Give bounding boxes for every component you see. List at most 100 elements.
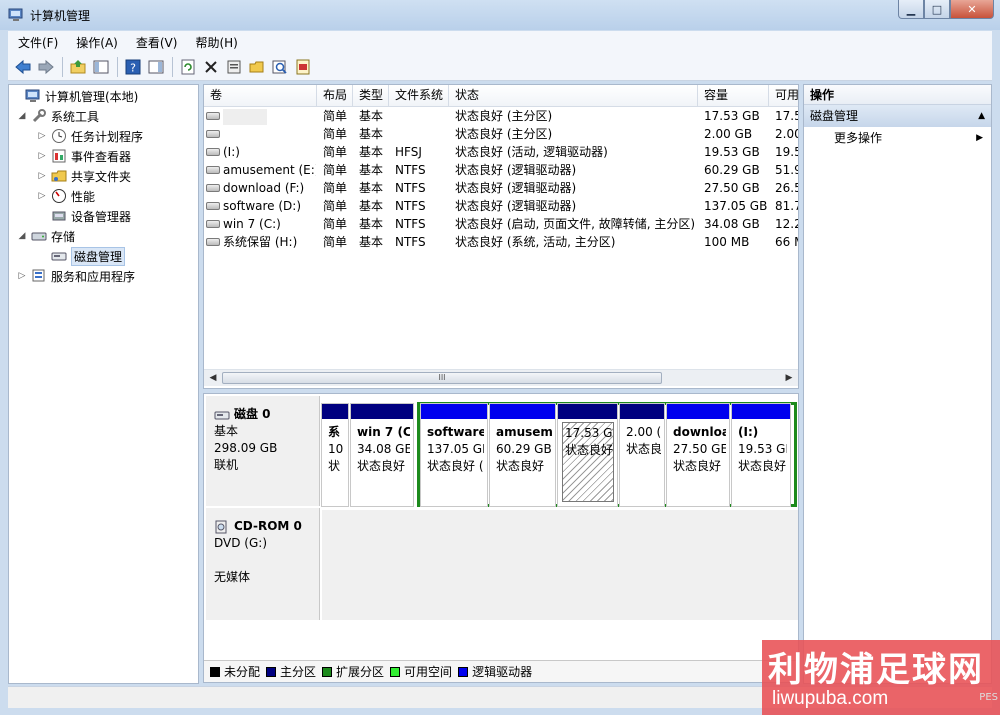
tree-item-shared-folders[interactable]: ▷ 共享文件夹	[37, 166, 131, 186]
volume-type: 基本	[359, 163, 384, 177]
disk-0-label[interactable]: 磁盘 0 基本 298.09 GB 联机	[206, 396, 320, 506]
partition-size: 27.50 GE	[673, 442, 726, 456]
volume-row[interactable]: 系统保留 (H:) 简单 基本 NTFS 状态良好 (系统, 活动, 主分区) …	[204, 233, 798, 251]
tree-expander[interactable]: ▷	[37, 131, 47, 141]
up-button[interactable]	[67, 56, 89, 78]
partition-system-reserved[interactable]: 系 10 状	[321, 403, 349, 507]
legend-item: 逻辑驱动器	[456, 663, 532, 680]
tree-item-disk-management[interactable]: 磁盘管理	[37, 246, 126, 266]
watermark-tag: PES	[979, 692, 998, 703]
rescan-button[interactable]	[269, 56, 291, 78]
close-button[interactable]: ✕	[950, 0, 994, 19]
tree-expander[interactable]: ▷	[37, 151, 47, 161]
partition-bar	[620, 404, 664, 419]
volume-row[interactable]: software (D:) 简单 基本 NTFS 状态良好 (逻辑驱动器) 13…	[204, 197, 798, 215]
tree-item-label: 计算机管理(本地)	[45, 89, 139, 104]
volume-free: 19.5	[775, 145, 798, 159]
tree-item-task-scheduler[interactable]: ▷ 任务计划程序	[37, 126, 143, 146]
toolbar-separator	[172, 56, 173, 77]
partition-f[interactable]: downloa 27.50 GE 状态良好	[666, 403, 730, 507]
cdrom-0-label[interactable]: CD-ROM 0 DVD (G:) 无媒体	[206, 508, 320, 620]
partition-size: 2.00 (	[626, 425, 661, 439]
column-header-layout[interactable]: 布局	[317, 85, 353, 107]
menu-action[interactable]: 操作(A)	[66, 34, 126, 51]
legend-item: 未分配	[208, 663, 260, 680]
more-actions-item[interactable]: 更多操作 ▶	[804, 127, 991, 149]
partition-e[interactable]: amusem 60.29 GB 状态良好	[489, 403, 556, 507]
tree-expander[interactable]: ◢	[17, 231, 27, 241]
open-button[interactable]	[246, 56, 268, 78]
partition-status: 状态良好	[565, 443, 614, 457]
tree-expander[interactable]: ▷	[37, 191, 47, 201]
partition-unlabeled-primary[interactable]: 2.00 (状态良	[619, 403, 665, 507]
show-hide-action-pane-button[interactable]	[145, 56, 167, 78]
partition-d[interactable]: software 137.05 GI 状态良好 (	[420, 403, 488, 507]
column-header-status[interactable]: 状态	[449, 85, 698, 107]
column-header-free[interactable]: 可用	[769, 85, 798, 107]
back-arrow-icon	[15, 59, 31, 74]
tree-item-computer-management[interactable]: 计算机管理(本地)	[11, 86, 138, 106]
minimize-button[interactable]: ▁	[898, 0, 924, 19]
volume-icon	[206, 165, 220, 174]
tree-expander[interactable]: ▷	[17, 271, 27, 281]
maximize-icon: □	[931, 2, 943, 16]
partition-c[interactable]: win 7 (C 34.08 GE 状态良好	[350, 403, 414, 507]
collapse-up-icon[interactable]: ▲	[978, 105, 985, 127]
tree-item-performance[interactable]: ▷ 性能	[37, 186, 95, 206]
column-header-volume[interactable]: 卷	[204, 85, 317, 107]
export-icon	[296, 59, 310, 74]
volume-status: 状态良好 (逻辑驱动器)	[455, 181, 577, 195]
volume-capacity: 17.53 GB	[704, 109, 760, 123]
volume-layout: 简单	[323, 109, 348, 123]
volume-row[interactable]: download (F:) 简单 基本 NTFS 状态良好 (逻辑驱动器) 27…	[204, 179, 798, 197]
tree-item-event-viewer[interactable]: ▷ 事件查看器	[37, 146, 131, 166]
cdrom-0-area[interactable]	[322, 510, 798, 620]
volume-row[interactable]: amusement (E:) 简单 基本 NTFS 状态良好 (逻辑驱动器) 6…	[204, 161, 798, 179]
redacted-label	[223, 108, 267, 125]
partition-name: 系	[328, 425, 341, 439]
properties-button[interactable]	[223, 56, 245, 78]
maximize-button[interactable]: □	[924, 0, 950, 19]
column-header-capacity[interactable]: 容量	[698, 85, 769, 107]
tree-item-system-tools[interactable]: ◢ 系统工具	[17, 106, 99, 126]
tree-item-storage[interactable]: ◢ 存储	[17, 226, 75, 246]
volume-row[interactable]: win 7 (C:) 简单 基本 NTFS 状态良好 (启动, 页面文件, 故障…	[204, 215, 798, 233]
partition-bar	[322, 404, 348, 419]
column-header-filesystem[interactable]: 文件系统	[389, 85, 449, 107]
toolbar-separator	[117, 56, 118, 77]
menu-view[interactable]: 查看(V)	[126, 34, 186, 51]
tree-item-device-manager[interactable]: 设备管理器	[37, 206, 131, 226]
volume-row[interactable]: (I:) 简单 基本 HFSJ 状态良好 (活动, 逻辑驱动器) 19.53 G…	[204, 143, 798, 161]
volume-row[interactable]: 简单 基本 状态良好 (主分区) 2.00 GB 2.00	[204, 125, 798, 143]
legend-label: 主分区	[280, 665, 317, 679]
volume-row[interactable]: 简单 基本 状态良好 (主分区) 17.53 GB 17.5	[204, 107, 798, 125]
export-button[interactable]	[292, 56, 314, 78]
partition-unlabeled-hatched[interactable]: 17.53 G 状态良好	[557, 403, 618, 507]
horizontal-scrollbar[interactable]: ◀ III ▶	[204, 369, 798, 386]
properties-icon	[227, 60, 241, 73]
show-hide-tree-button[interactable]	[90, 56, 112, 78]
partition-size: 17.53 G	[565, 426, 613, 440]
menu-bar: 文件(F) 操作(A) 查看(V) 帮助(H)	[8, 31, 992, 53]
volume-fs: NTFS	[395, 217, 426, 231]
refresh-button[interactable]	[177, 56, 199, 78]
tree-expander[interactable]: ▷	[37, 171, 47, 181]
tree-expander[interactable]: ◢	[17, 111, 27, 121]
column-header-type[interactable]: 类型	[353, 85, 389, 107]
legend-swatch	[266, 666, 277, 677]
scrollbar-thumb[interactable]: III	[222, 372, 662, 384]
back-button[interactable]	[12, 56, 34, 78]
scroll-left-icon[interactable]: ◀	[206, 372, 220, 385]
volume-icon	[206, 111, 220, 120]
menu-help[interactable]: 帮助(H)	[185, 34, 245, 51]
delete-button[interactable]	[200, 56, 222, 78]
menu-file[interactable]: 文件(F)	[8, 34, 66, 51]
actions-section-disk-management[interactable]: 磁盘管理 ▲	[804, 105, 991, 127]
legend-label: 可用空间	[404, 665, 453, 679]
tree-item-services-applications[interactable]: ▷ 服务和应用程序	[17, 266, 135, 286]
partition-size: 60.29 GB	[496, 442, 552, 456]
help-button[interactable]: ?	[122, 56, 144, 78]
scroll-right-icon[interactable]: ▶	[782, 372, 796, 385]
forward-button[interactable]	[35, 56, 57, 78]
partition-i[interactable]: (I:) 19.53 GI 状态良好	[731, 403, 791, 507]
